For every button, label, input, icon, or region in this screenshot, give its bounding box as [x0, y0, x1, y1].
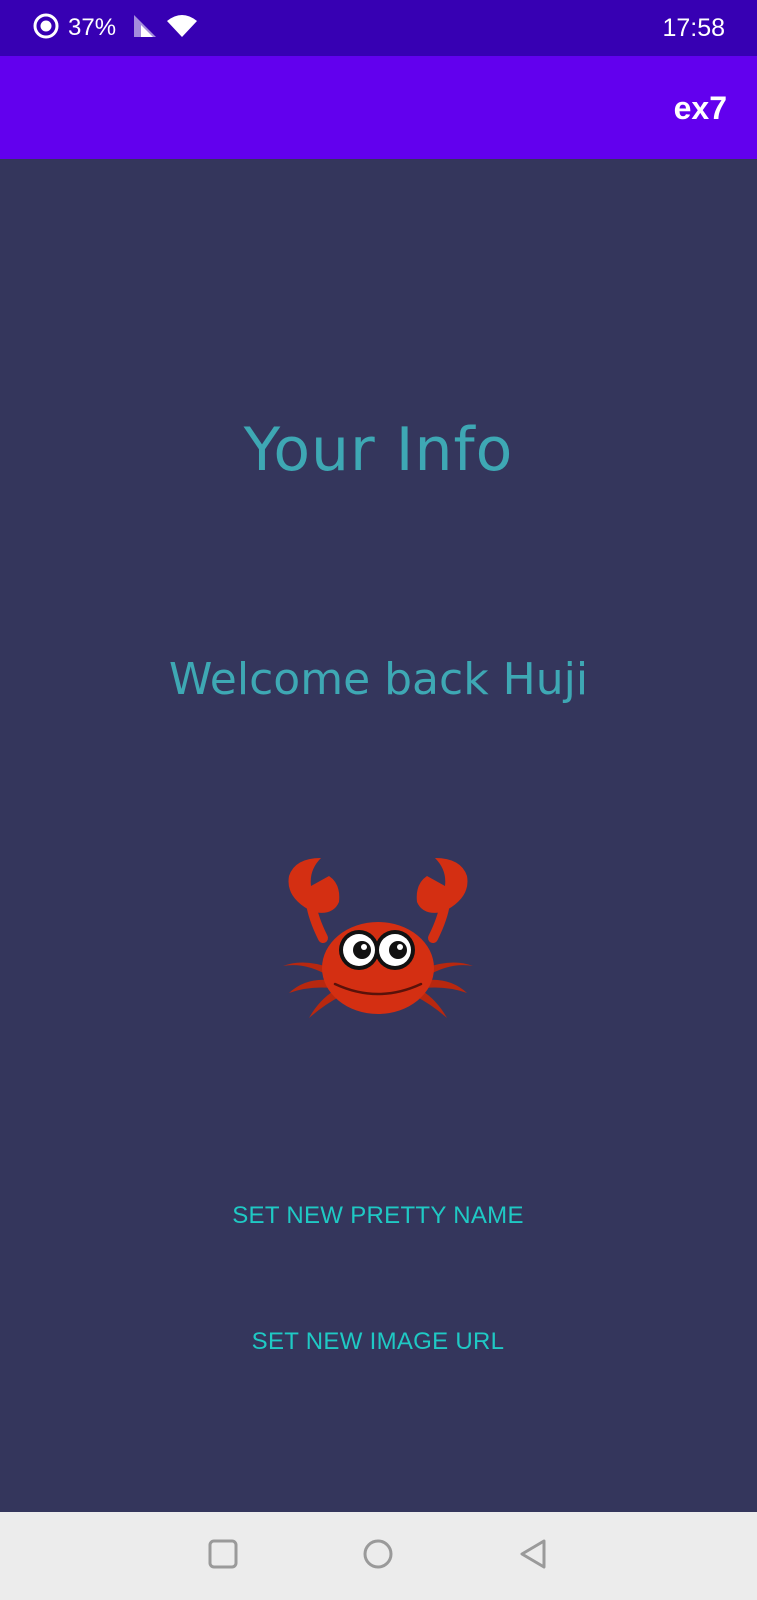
home-button[interactable] — [348, 1526, 408, 1586]
battery-ring-icon — [32, 12, 60, 44]
status-left: 37% — [32, 12, 198, 44]
welcome-message: Welcome back Huji — [168, 654, 589, 705]
wifi-icon — [166, 13, 198, 43]
app-bar: ex7 — [0, 56, 757, 159]
navigation-bar — [0, 1512, 757, 1600]
crab-image — [283, 858, 473, 1033]
signal-icon — [132, 13, 158, 43]
set-image-url-button[interactable]: SET NEW IMAGE URL — [178, 1310, 578, 1374]
circle-icon — [362, 1538, 394, 1574]
recents-button[interactable] — [193, 1526, 253, 1586]
set-pretty-name-button[interactable]: SET NEW PRETTY NAME — [178, 1184, 578, 1248]
triangle-back-icon — [518, 1538, 548, 1574]
square-icon — [208, 1539, 238, 1573]
status-bar: 37% 17:58 — [0, 0, 757, 56]
back-button[interactable] — [503, 1526, 563, 1586]
status-time: 17:58 — [662, 14, 725, 42]
app-title: ex7 — [673, 90, 727, 126]
battery-percent: 37% — [68, 14, 117, 41]
page-title: Your Info — [243, 415, 514, 485]
screen: 37% 17:58 ex7 Your Info Welcome back Huj… — [0, 0, 757, 1600]
